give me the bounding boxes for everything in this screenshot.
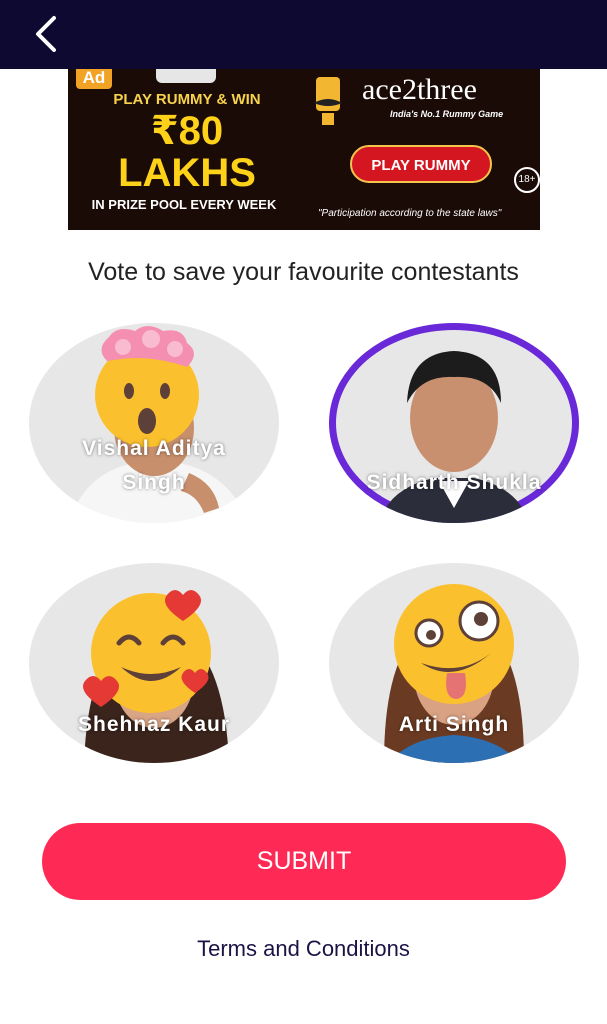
ad-prize-amount: ₹80 (150, 109, 224, 153)
ad-banner[interactable]: Ad PLAY RUMMY & WIN ₹80 LAKHS IN PRIZE P… (68, 69, 540, 230)
contestant-card[interactable]: Arti Singh (329, 563, 579, 763)
mascot-icon (314, 77, 342, 125)
ad-brand: ace2three (362, 73, 477, 106)
exploding-head-emoji (95, 326, 199, 447)
smiling-face-with-hearts-emoji (83, 590, 211, 713)
top-bar (0, 0, 607, 69)
submit-button[interactable]: SUBMIT (42, 823, 566, 900)
page-heading: Vote to save your favourite contestants (88, 258, 519, 286)
age-rating-badge: 18+ (514, 167, 540, 193)
ad-badge: Ad (76, 69, 112, 89)
ad-disclaimer: "Participation according to the state la… (318, 208, 502, 219)
contestant-name: Vishal Aditya (82, 437, 226, 460)
terms-link[interactable]: Terms and Conditions (0, 936, 607, 962)
contestant-name: Singh (122, 471, 186, 494)
contestant-name: Arti Singh (398, 713, 510, 736)
contestant-card-selected[interactable]: Sidharth Shukla (329, 323, 579, 523)
ad-tagline: India's No.1 Rummy Game (390, 109, 504, 119)
contestant-card[interactable]: Vishal Aditya Singh (29, 323, 279, 523)
back-button[interactable] (28, 12, 68, 56)
chevron-left-icon (36, 16, 56, 52)
ad-prize-unit: LAKHS (118, 151, 256, 195)
contestant-name: Shehnaz Kaur (77, 713, 231, 736)
playing-cards-image (156, 69, 216, 83)
play-rummy-button[interactable]: PLAY RUMMY (350, 145, 492, 183)
ad-headline: PLAY RUMMY & WIN (113, 91, 261, 108)
contestant-card[interactable]: Shehnaz Kaur (29, 563, 279, 763)
ad-subline: IN PRIZE POOL EVERY WEEK (91, 197, 277, 212)
zany-face-emoji (394, 584, 514, 704)
contestant-name: Sidharth Shukla (366, 471, 542, 494)
